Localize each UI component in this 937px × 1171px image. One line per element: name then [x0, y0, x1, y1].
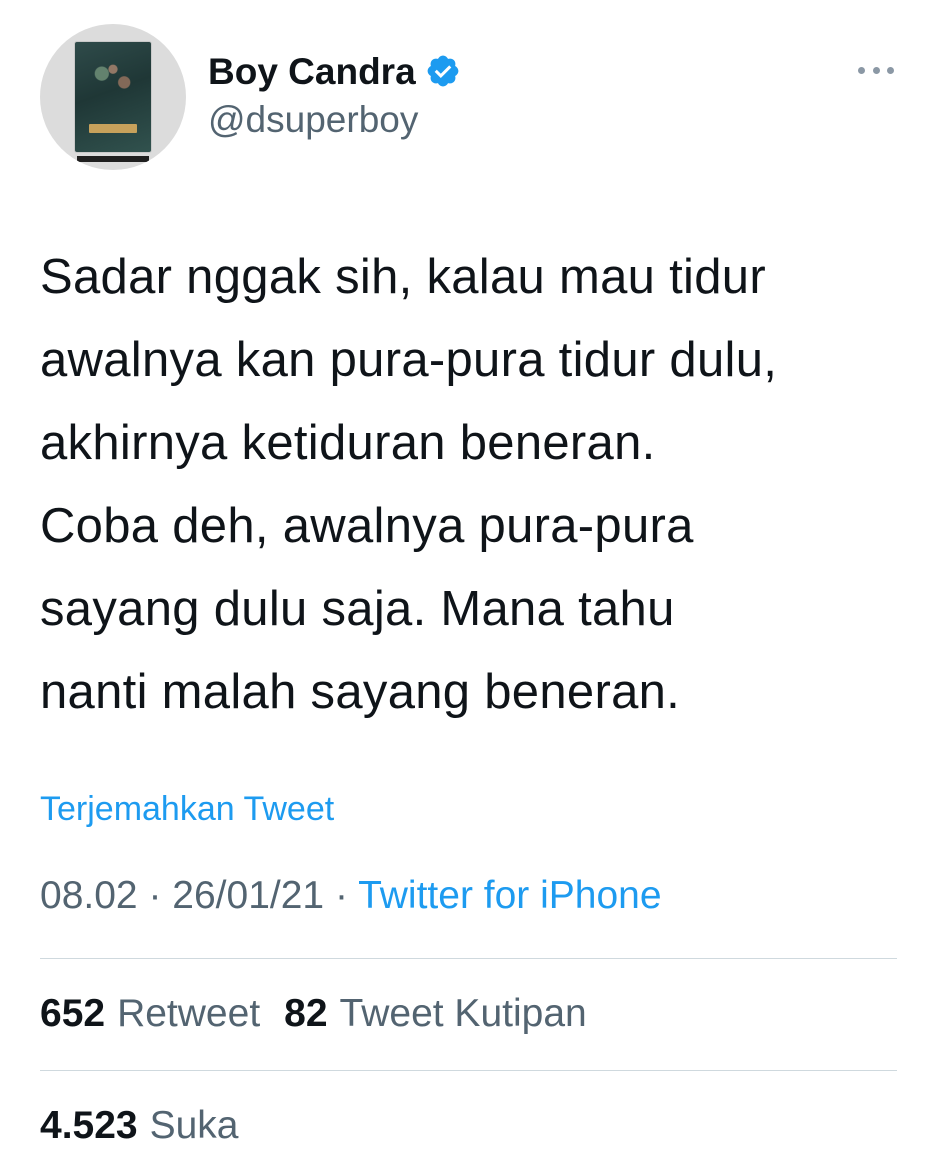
more-dot — [887, 66, 894, 74]
verified-badge-icon — [427, 55, 459, 87]
meta-separator: · — [334, 874, 348, 917]
like-stat: 4.523 Suka — [40, 1104, 239, 1148]
avatar[interactable] — [40, 24, 186, 170]
tweet-source-link[interactable]: Twitter for iPhone — [358, 874, 661, 917]
divider — [40, 1070, 897, 1071]
like-count-number: 4.523 — [40, 1104, 138, 1147]
tweet-text-line: akhirnya ketiduran beneran. — [40, 416, 656, 470]
quote-tweet-count[interactable]: 82 Tweet Kutipan — [284, 992, 587, 1036]
tweet-card: Boy Candra @dsuperboy Sadar nggak sih, k… — [0, 0, 937, 1171]
tweet-text-line: Sadar nggak sih, kalau mau tidur — [40, 250, 766, 304]
tweet-text: Sadar nggak sih, kalau mau tidur awalnya… — [40, 236, 920, 734]
like-count[interactable]: 4.523 Suka — [40, 1104, 263, 1148]
engagement-stats: 652 Retweet 82 Tweet Kutipan — [40, 992, 611, 1036]
retweet-count-label: Retweet — [117, 992, 261, 1035]
more-options-icon[interactable] — [858, 60, 894, 80]
quote-count-number: 82 — [284, 992, 328, 1035]
tweet-text-line: awalnya kan pura-pura tidur dulu, — [40, 333, 778, 387]
retweet-count[interactable]: 652 Retweet — [40, 992, 260, 1036]
more-dot — [858, 66, 865, 74]
display-name[interactable]: Boy Candra — [208, 53, 416, 90]
quote-count-label: Tweet Kutipan — [339, 992, 587, 1035]
divider — [40, 958, 897, 959]
translate-tweet-link[interactable]: Terjemahkan Tweet — [40, 790, 334, 829]
tweet-text-line: Coba deh, awalnya pura-pura — [40, 499, 694, 553]
tweet-text-line: sayang dulu saja. Mana tahu — [40, 582, 675, 636]
more-dot — [872, 66, 880, 74]
author-name-row: Boy Candra — [208, 46, 461, 96]
tweet-time[interactable]: 08.02 — [40, 874, 138, 917]
like-count-label: Suka — [149, 1104, 239, 1147]
tweet-metadata: 08.02 · 26/01/21 · Twitter for iPhone — [40, 874, 662, 918]
retweet-count-number: 652 — [40, 992, 106, 1035]
tweet-date[interactable]: 26/01/21 — [172, 874, 324, 917]
user-handle[interactable]: @dsuperboy — [208, 99, 418, 141]
avatar-caption-strip — [77, 156, 149, 162]
avatar-book-cover — [75, 42, 151, 152]
meta-separator: · — [148, 874, 162, 917]
tweet-text-line: nanti malah sayang beneran. — [40, 665, 681, 719]
